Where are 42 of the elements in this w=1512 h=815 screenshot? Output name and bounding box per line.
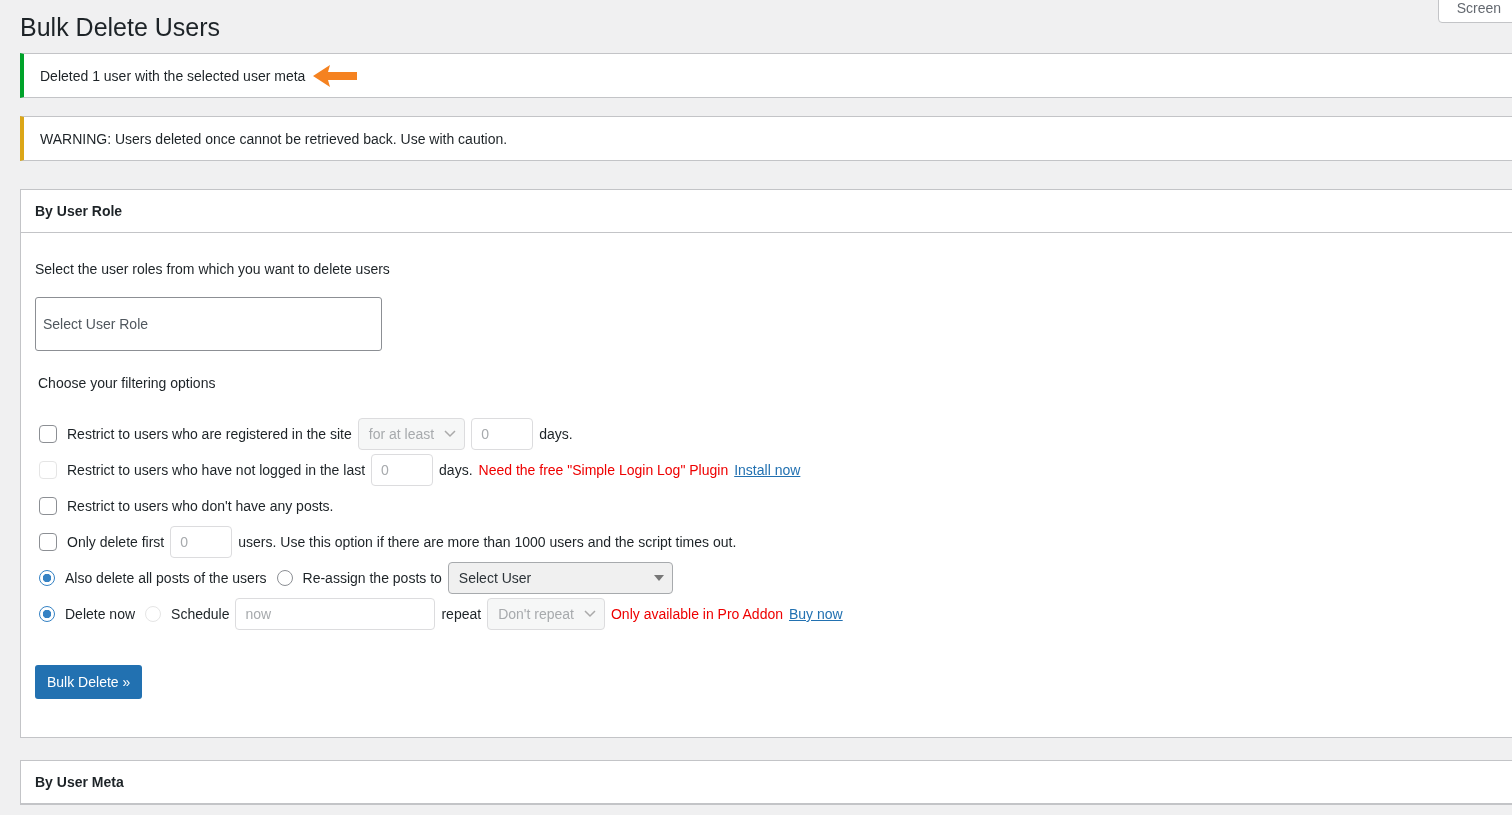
notice-text: Deleted 1 user with the selected user meta [40,67,306,84]
role-select-field[interactable]: Select User Role [35,297,382,351]
intro-text: Select the user roles from which you want to delete users [35,261,391,277]
radio-button[interactable] [39,570,55,586]
panel-header[interactable]: By User Role [21,190,1512,233]
option-label: Schedule [171,606,230,622]
radio-button[interactable] [276,570,293,586]
radio-button[interactable] [39,606,55,622]
option-label: users. Use this option if there are more than 1000 users and the script times out. [238,534,737,550]
chevron-icon [444,430,457,438]
option-label: days. [439,462,473,478]
input-field[interactable]: now [235,598,436,630]
input-field[interactable]: 0 [170,526,233,558]
checkbox[interactable] [39,425,57,443]
panel-header[interactable]: By User Meta [21,761,1512,804]
option-label: Restrict to users who are registered in the site [67,426,352,442]
filter-heading: Choose your filtering options [38,375,217,391]
input-field[interactable]: 0 [471,418,534,450]
option-label: repeat [441,606,482,622]
checkbox[interactable] [39,533,57,551]
option-label: days. [539,426,573,442]
dropdown[interactable]: Select User [447,562,673,594]
link[interactable]: Install now [734,462,801,478]
notice-text: Only available in Pro Addon [611,606,783,622]
panel-title: By User Meta [35,774,124,790]
screen-options-button[interactable]: Screen [1437,0,1512,23]
bulk-delete-button[interactable]: Bulk Delete » [35,665,143,699]
link[interactable]: Buy now [789,606,843,622]
notice-text: Need the free "Simple Login Log" Plugin [478,462,729,478]
chevron-icon [584,610,596,618]
option-label: Only delete first [67,534,165,550]
option-label: Restrict to users who have not logged in the last [67,462,366,478]
option-label: Restrict to users who don't have any posts. [67,498,334,514]
panel-title: By User Role [35,203,123,219]
option-label: Also delete all posts of the users [65,570,267,586]
page-title: Bulk Delete Users [20,12,221,43]
notice-text: WARNING: Users deleted once cannot be retrieved back. Use with caution. [40,130,508,147]
checkbox[interactable] [39,497,57,515]
input-field[interactable]: 0 [371,454,434,486]
caret-icon [653,575,664,581]
option-label: Delete now [65,606,136,622]
option-label: Re-assign the posts to [302,570,442,586]
